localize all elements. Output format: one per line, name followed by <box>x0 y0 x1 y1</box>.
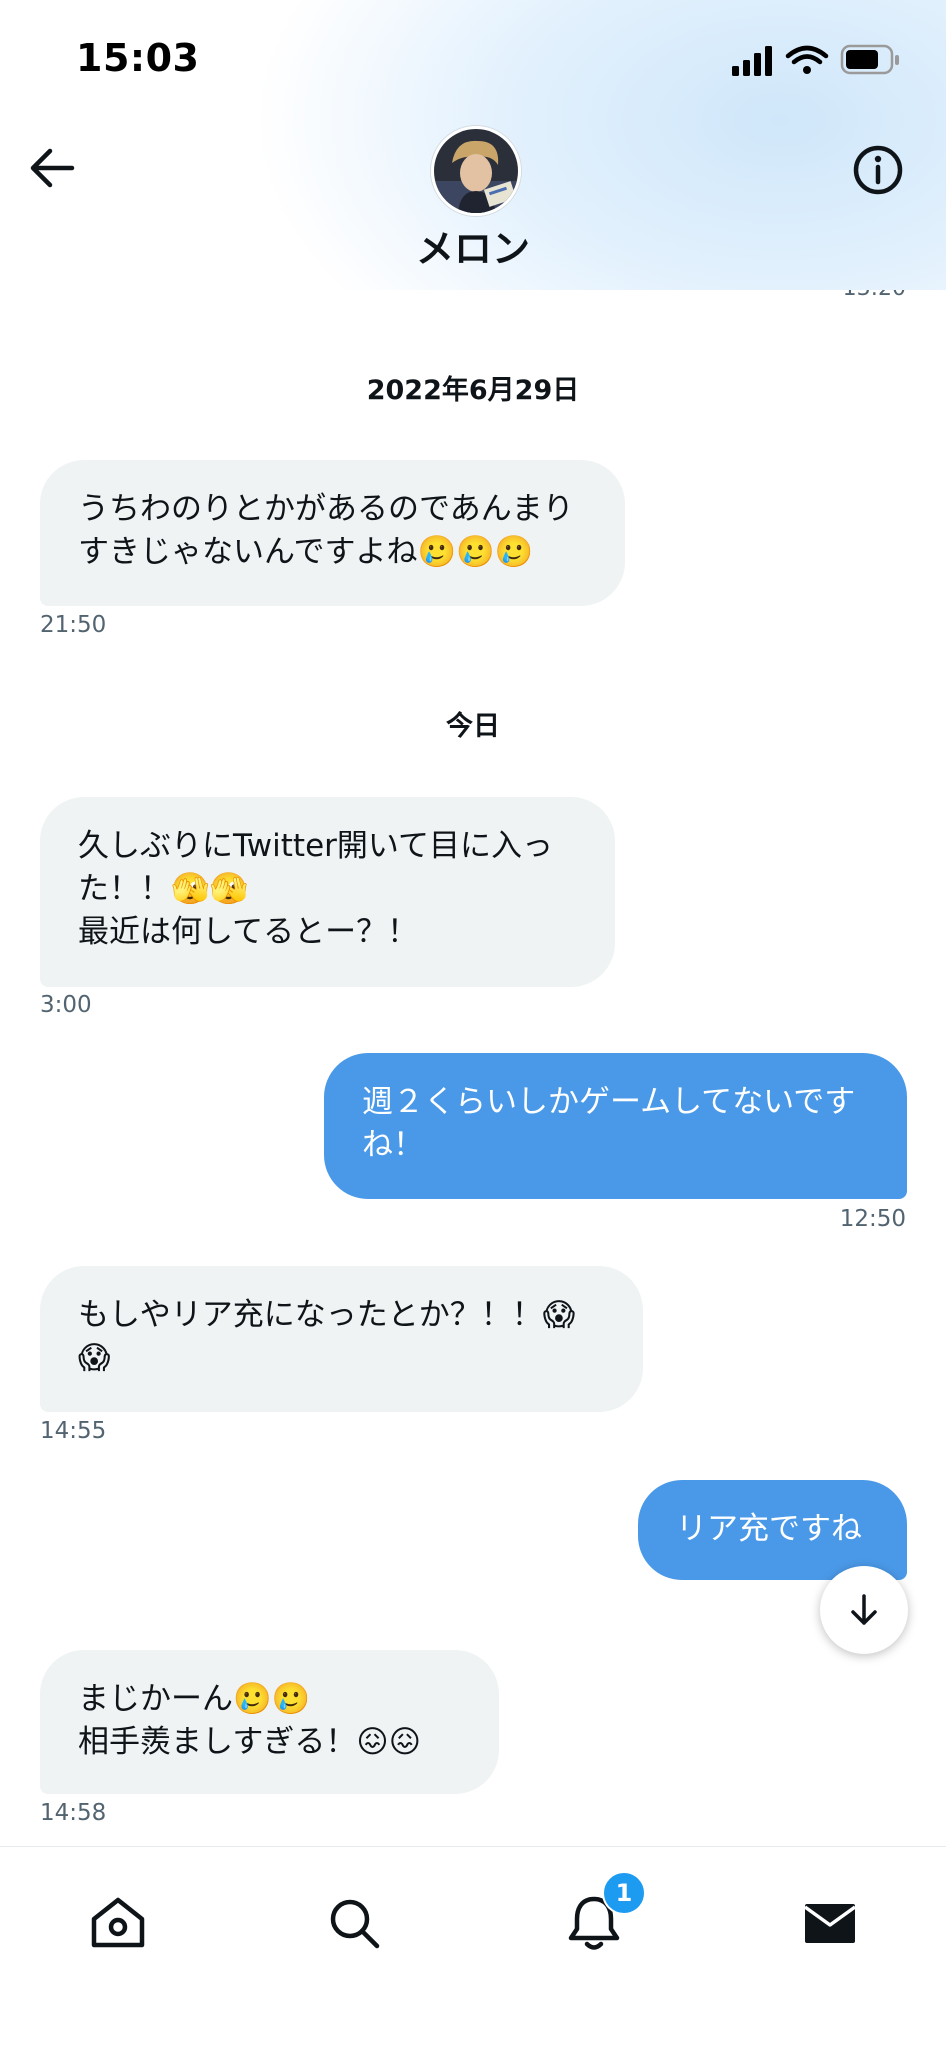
received-message-bubble[interactable]: もしやリア充になったとか？！！😱😱 <box>40 1266 643 1412</box>
contact-avatar[interactable] <box>431 126 521 216</box>
message-timestamp: 14:55 <box>40 1418 107 1444</box>
conversation-info-button[interactable] <box>848 140 908 200</box>
notification-badge: 1 <box>602 1871 646 1915</box>
conversation-header: 15:03 メロン <box>0 0 946 290</box>
message-timestamp: 14:58 <box>40 1800 107 1826</box>
info-icon <box>853 145 903 195</box>
nav-messages-button[interactable] <box>790 1883 870 1963</box>
message-timestamp: 21:50 <box>40 612 107 638</box>
scroll-to-bottom-button[interactable] <box>820 1566 908 1654</box>
messages-icon <box>803 1904 857 1943</box>
contact-name[interactable]: メロン <box>0 218 946 273</box>
sent-message-bubble[interactable]: 週２くらいしかゲームしてないですね！ <box>324 1053 907 1199</box>
status-time: 15:03 <box>76 36 200 80</box>
received-message-bubble[interactable]: 久しぶりにTwitter開いて目に入った！！🫣🫣 最近は何してるとー？！ <box>40 797 615 987</box>
message-timestamp: 12:50 <box>839 1206 906 1232</box>
status-icons <box>732 42 902 78</box>
bottom-navigation: 1 <box>0 1846 946 2049</box>
signal-wifi-battery-icons <box>732 44 899 76</box>
received-message-bubble[interactable]: うちわのりとかがあるのであんまりすきじゃないんですよね🥲🥲🥲 <box>40 460 625 606</box>
arrow-down-icon <box>851 1594 877 1625</box>
message-timestamp: 3:00 <box>40 992 92 1018</box>
home-icon <box>91 1897 145 1948</box>
sent-message-bubble[interactable]: リア充ですね <box>638 1480 907 1580</box>
nav-search-button[interactable] <box>314 1883 394 1963</box>
date-separator: 2022年6月29日 <box>366 375 580 406</box>
received-message-bubble[interactable]: まじかーん🥲🥲 相手羨ましすぎる！😖😖 <box>40 1650 499 1794</box>
arrow-left-icon <box>30 148 75 188</box>
date-separator: 今日 <box>446 711 500 742</box>
search-icon <box>330 1899 380 1949</box>
nav-home-button[interactable] <box>78 1883 158 1963</box>
back-button[interactable] <box>24 140 80 196</box>
avatar-image <box>434 129 518 213</box>
